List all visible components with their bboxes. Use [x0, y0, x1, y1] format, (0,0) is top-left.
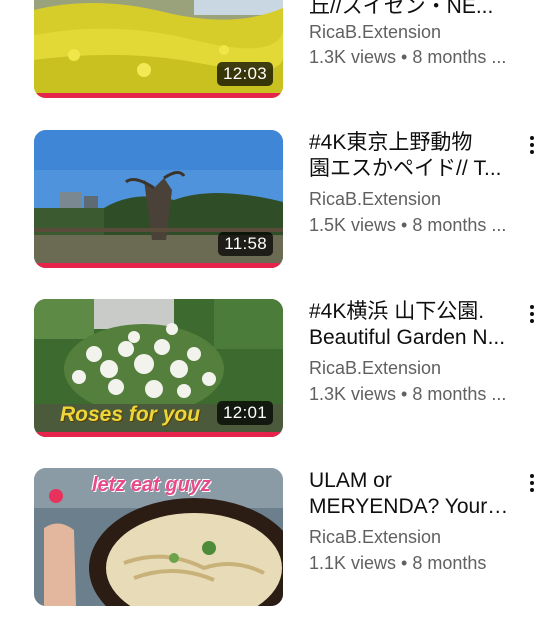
more-vert-icon[interactable] [520, 130, 544, 160]
video-title-line-1[interactable]: ULAM or [309, 468, 514, 494]
video-title-line-1[interactable]: #4K東京上野動物 [309, 130, 514, 156]
video-item[interactable]: Roses for you 12:01 #4K横浜 山下公園. Beautifu… [0, 299, 560, 449]
video-item[interactable]: 12:03 丘//スイセン・NE... RicaB.Extension 1.3K… [0, 0, 560, 110]
channel-name[interactable]: RicaB.Extension [309, 188, 519, 210]
watch-progress-bar [34, 93, 283, 98]
video-thumbnail[interactable]: 12:03 [34, 0, 283, 98]
video-stats: 1.3K views • 8 months ... [309, 47, 507, 67]
more-vert-icon[interactable] [520, 468, 544, 498]
thumbnail-caption: letz eat guyz [92, 474, 211, 496]
watch-progress-bar [34, 432, 283, 437]
video-duration: 12:03 [216, 62, 273, 86]
video-stats: 1.5K views • 8 months ... [309, 215, 507, 235]
video-stats: 1.3K views • 8 months ... [309, 384, 507, 404]
more-vert-icon[interactable] [520, 299, 544, 329]
video-title-line-2[interactable]: 園エスかペイド// T... [309, 156, 514, 182]
video-thumbnail[interactable]: letz eat guyz [34, 468, 283, 606]
video-thumbnail[interactable]: Roses for you 12:01 [34, 299, 283, 437]
channel-name[interactable]: RicaB.Extension [309, 526, 519, 548]
video-item[interactable]: 11:58 #4K東京上野動物 園エスかペイド// T... RicaB.Ext… [0, 130, 560, 280]
channel-name[interactable]: RicaB.Extension [309, 357, 519, 379]
video-stats: 1.1K views • 8 months [309, 553, 487, 573]
video-title-line-2[interactable]: Beautiful Garden N... [309, 325, 514, 351]
watch-progress-bar [34, 263, 283, 268]
video-title-line-1[interactable]: #4K横浜 山下公園. [309, 299, 514, 325]
video-duration: 11:58 [218, 232, 273, 256]
video-title-line-2[interactable]: MERYENDA? Your c... [309, 494, 514, 520]
thumbnail-caption: Roses for you [60, 403, 201, 426]
video-title[interactable]: 丘//スイセン・NE... [309, 0, 514, 20]
video-item[interactable]: letz eat guyz ULAM or MERYENDA? Your c..… [0, 468, 560, 618]
channel-name[interactable]: RicaB.Extension [309, 21, 519, 43]
video-thumbnail[interactable]: 11:58 [34, 130, 283, 268]
video-duration: 12:01 [216, 401, 273, 425]
